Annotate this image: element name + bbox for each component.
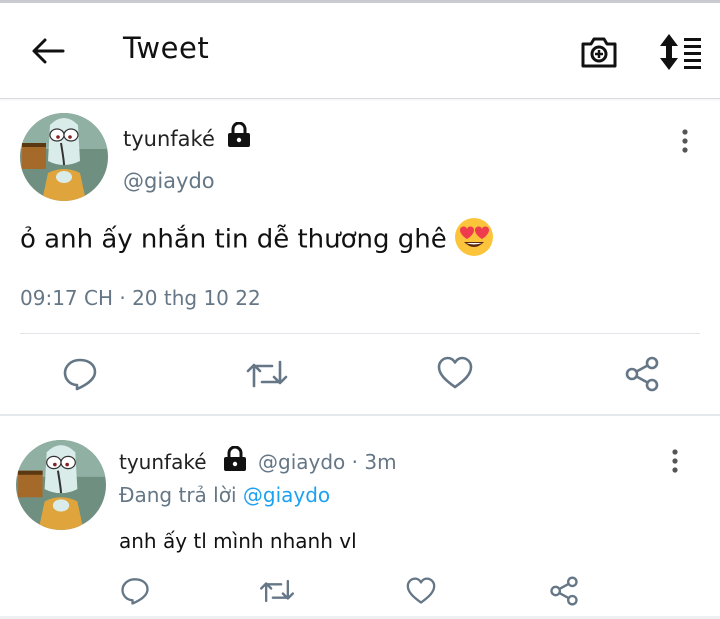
display-name[interactable]: tyunfaké (123, 127, 215, 151)
like-icon[interactable] (406, 577, 436, 605)
like-icon[interactable] (437, 356, 473, 390)
avatar[interactable] (20, 113, 108, 201)
handle-and-time[interactable]: @giaydo · 3m (258, 450, 397, 474)
lock-icon (224, 446, 246, 471)
heart-eyes-emoji (454, 218, 493, 256)
reply-icon[interactable] (62, 356, 98, 392)
display-name[interactable]: tyunfaké (119, 450, 207, 474)
camera-plus-icon[interactable] (579, 33, 619, 71)
lock-icon (228, 122, 250, 147)
retweet-icon[interactable] (259, 576, 295, 606)
more-options-icon[interactable] (670, 448, 680, 474)
separator (20, 333, 700, 334)
page-title: Tweet (123, 31, 210, 65)
avatar[interactable] (16, 440, 106, 530)
replying-to-link[interactable]: @giaydo (243, 483, 330, 507)
avatar-image (20, 113, 108, 201)
tweet-timestamp: 09:17 CH · 20 thg 10 22 (20, 286, 261, 310)
tweet-text: ỏ anh ấy nhắn tin dễ thương ghê (20, 218, 495, 258)
sort-list-icon[interactable] (657, 32, 703, 72)
arrow-left-icon[interactable] (30, 36, 66, 66)
reply-icon[interactable] (120, 576, 150, 606)
replying-prefix: Đang trả lời (119, 483, 237, 507)
avatar-image (16, 440, 106, 530)
tweet-text: anh ấy tl mình nhanh vl (119, 529, 357, 553)
retweet-icon[interactable] (246, 356, 288, 392)
thread-divider (0, 414, 720, 416)
replying-to: Đang trả lời @giaydo (119, 483, 330, 507)
share-icon[interactable] (549, 576, 579, 606)
more-options-icon[interactable] (680, 128, 690, 154)
user-handle[interactable]: @giaydo (123, 169, 215, 193)
tweet-text-content: ỏ anh ấy nhắn tin dễ thương ghê (20, 224, 447, 255)
share-icon[interactable] (624, 356, 660, 392)
top-app-bar: Tweet (0, 3, 720, 99)
